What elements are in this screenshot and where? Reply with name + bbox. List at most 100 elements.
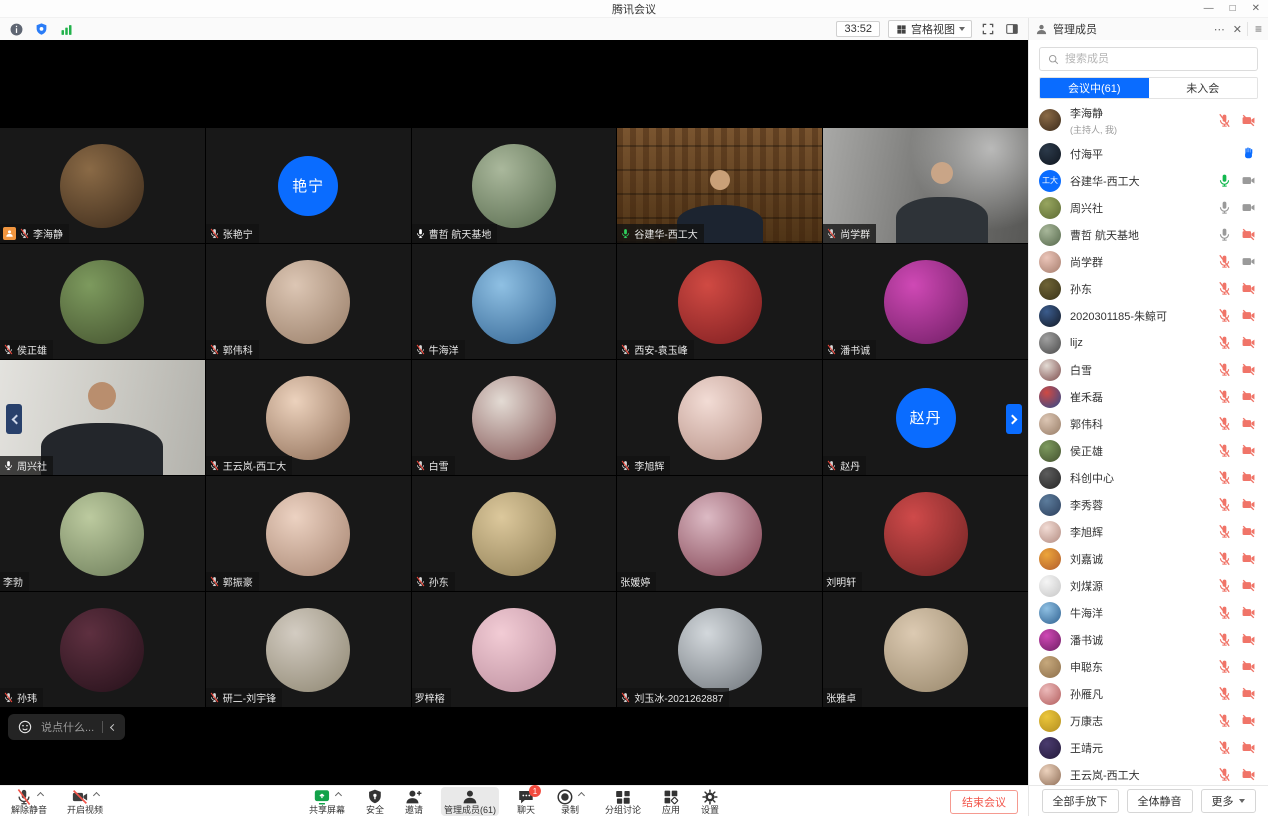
minimize-button[interactable]: — xyxy=(1204,0,1214,18)
toolbar-chat-button[interactable]: 1聊天 xyxy=(514,787,538,816)
video-tile[interactable]: 侯正雄 xyxy=(0,244,205,359)
member-mic-muted-icon[interactable] xyxy=(1217,605,1232,620)
member-mic-icon[interactable] xyxy=(1217,200,1232,215)
member-row[interactable]: 刘煤源 xyxy=(1029,572,1268,599)
member-camera-off-icon[interactable] xyxy=(1241,389,1256,404)
member-row[interactable]: 科创中心 xyxy=(1029,464,1268,491)
chevron-up-icon[interactable] xyxy=(335,792,342,799)
member-row[interactable]: 牛海洋 xyxy=(1029,599,1268,626)
member-row[interactable]: 孙东 xyxy=(1029,275,1268,302)
member-row[interactable]: 侯正雄 xyxy=(1029,437,1268,464)
video-tile[interactable]: 李旭辉 xyxy=(617,360,822,475)
member-camera-off-icon[interactable] xyxy=(1241,335,1256,350)
video-tile[interactable]: 白雪 xyxy=(412,360,617,475)
member-row[interactable]: 工大谷建华-西工大 xyxy=(1029,167,1268,194)
member-mic-muted-icon[interactable] xyxy=(1217,335,1232,350)
member-row[interactable]: 刘嘉诚 xyxy=(1029,545,1268,572)
member-camera-off-icon[interactable] xyxy=(1241,281,1256,296)
end-meeting-button[interactable]: 结束会议 xyxy=(950,790,1018,814)
video-tile[interactable]: 曹哲 航天基地 xyxy=(412,128,617,243)
member-mic-muted-icon[interactable] xyxy=(1217,470,1232,485)
video-tile[interactable]: 艳宁 张艳宁 xyxy=(206,128,411,243)
video-tile[interactable]: 孙玮 xyxy=(0,592,205,707)
video-tile[interactable]: 张媛婷 xyxy=(617,476,822,591)
panel-close-button[interactable]: ✕ xyxy=(1233,23,1242,36)
video-tile[interactable]: 郭伟科 xyxy=(206,244,411,359)
video-tile[interactable]: 赵丹 赵丹 xyxy=(823,360,1028,475)
member-row[interactable]: lijz xyxy=(1029,329,1268,356)
footer-action-button[interactable]: 全体静音 xyxy=(1127,789,1193,813)
member-camera-icon[interactable] xyxy=(1241,173,1256,188)
member-row[interactable]: 郭伟科 xyxy=(1029,410,1268,437)
toolbar-members-button[interactable]: 管理成员(61) xyxy=(441,787,499,816)
quick-chat-bar[interactable]: 说点什么... xyxy=(8,714,125,740)
toolbar-gear-button[interactable]: 设置 xyxy=(698,787,722,816)
member-mic-muted-icon[interactable] xyxy=(1217,281,1232,296)
chevron-up-icon[interactable] xyxy=(93,792,100,799)
meeting-protect-icon[interactable] xyxy=(33,21,49,37)
member-mic-muted-icon[interactable] xyxy=(1217,113,1232,128)
member-mic-muted-icon[interactable] xyxy=(1217,659,1232,674)
footer-more-button[interactable]: 更多 xyxy=(1201,789,1256,813)
member-camera-off-icon[interactable] xyxy=(1241,578,1256,593)
fullscreen-icon[interactable] xyxy=(980,21,996,37)
footer-action-button[interactable]: 全部手放下 xyxy=(1042,789,1119,813)
tab-in-meeting[interactable]: 会议中(61) xyxy=(1040,78,1149,98)
toolbar-share-button[interactable]: 共享屏幕 xyxy=(306,787,348,816)
member-row[interactable]: 2020301185-朱鲸可 xyxy=(1029,302,1268,329)
meeting-info-icon[interactable] xyxy=(8,21,24,37)
member-row[interactable]: 王云岚-西工大 xyxy=(1029,761,1268,785)
member-camera-off-icon[interactable] xyxy=(1241,470,1256,485)
toolbar-breakout-button[interactable]: 分组讨论 xyxy=(602,787,644,816)
maximize-button[interactable]: □ xyxy=(1230,0,1236,18)
member-mic-muted-icon[interactable] xyxy=(1217,308,1232,323)
close-button[interactable]: ✕ xyxy=(1252,0,1260,18)
member-mic-icon[interactable] xyxy=(1217,227,1232,242)
member-camera-icon[interactable] xyxy=(1241,254,1256,269)
member-camera-off-icon[interactable] xyxy=(1241,524,1256,539)
member-mic-muted-icon[interactable] xyxy=(1217,632,1232,647)
member-mic-muted-icon[interactable] xyxy=(1217,497,1232,512)
member-row[interactable]: 申聪东 xyxy=(1029,653,1268,680)
member-camera-off-icon[interactable] xyxy=(1241,497,1256,512)
video-tile[interactable]: 谷建华-西工大 xyxy=(617,128,822,243)
video-tile[interactable]: 郭振豪 xyxy=(206,476,411,591)
member-camera-off-icon[interactable] xyxy=(1241,605,1256,620)
chat-input-placeholder[interactable]: 说点什么... xyxy=(41,719,94,735)
member-row[interactable]: 李海静(主持人, 我) xyxy=(1029,100,1268,140)
member-camera-off-icon[interactable] xyxy=(1241,113,1256,128)
video-tile[interactable]: 周兴社 xyxy=(0,360,205,475)
member-row[interactable]: 孙雁凡 xyxy=(1029,680,1268,707)
member-row[interactable]: 李秀蓉 xyxy=(1029,491,1268,518)
member-camera-off-icon[interactable] xyxy=(1241,443,1256,458)
chevron-up-icon[interactable] xyxy=(37,792,44,799)
member-row[interactable]: 白雪 xyxy=(1029,356,1268,383)
member-row[interactable]: 崔禾磊 xyxy=(1029,383,1268,410)
toolbar-record-button[interactable]: 录制 xyxy=(553,787,587,816)
member-row[interactable]: 万康志 xyxy=(1029,707,1268,734)
video-tile[interactable]: 孙东 xyxy=(412,476,617,591)
video-tile[interactable]: 张雅卓 xyxy=(823,592,1028,707)
member-mic-muted-icon[interactable] xyxy=(1217,524,1232,539)
member-row[interactable]: 周兴社 xyxy=(1029,194,1268,221)
member-mic-muted-icon[interactable] xyxy=(1217,551,1232,566)
member-camera-off-icon[interactable] xyxy=(1241,416,1256,431)
panel-more-button[interactable]: ⋯ xyxy=(1214,23,1225,36)
video-tile[interactable]: 西安-袁玉峰 xyxy=(617,244,822,359)
member-camera-off-icon[interactable] xyxy=(1241,227,1256,242)
video-tile[interactable]: 李海静 xyxy=(0,128,205,243)
member-row[interactable]: 潘书诚 xyxy=(1029,626,1268,653)
video-tile[interactable]: 罗梓榕 xyxy=(412,592,617,707)
member-mic-muted-icon[interactable] xyxy=(1217,578,1232,593)
member-mic-muted-icon[interactable] xyxy=(1217,362,1232,377)
video-tile[interactable]: 牛海洋 xyxy=(412,244,617,359)
emoji-icon[interactable] xyxy=(17,719,33,735)
member-row[interactable]: 王靖元 xyxy=(1029,734,1268,761)
member-camera-off-icon[interactable] xyxy=(1241,632,1256,647)
member-camera-off-icon[interactable] xyxy=(1241,362,1256,377)
prev-page-button[interactable] xyxy=(6,404,22,434)
toolbar-shield-button[interactable]: 安全 xyxy=(363,787,387,816)
video-tile[interactable]: 潘书诚 xyxy=(823,244,1028,359)
member-camera-off-icon[interactable] xyxy=(1241,767,1256,782)
panel-menu-button[interactable]: ≡ xyxy=(1247,22,1262,36)
